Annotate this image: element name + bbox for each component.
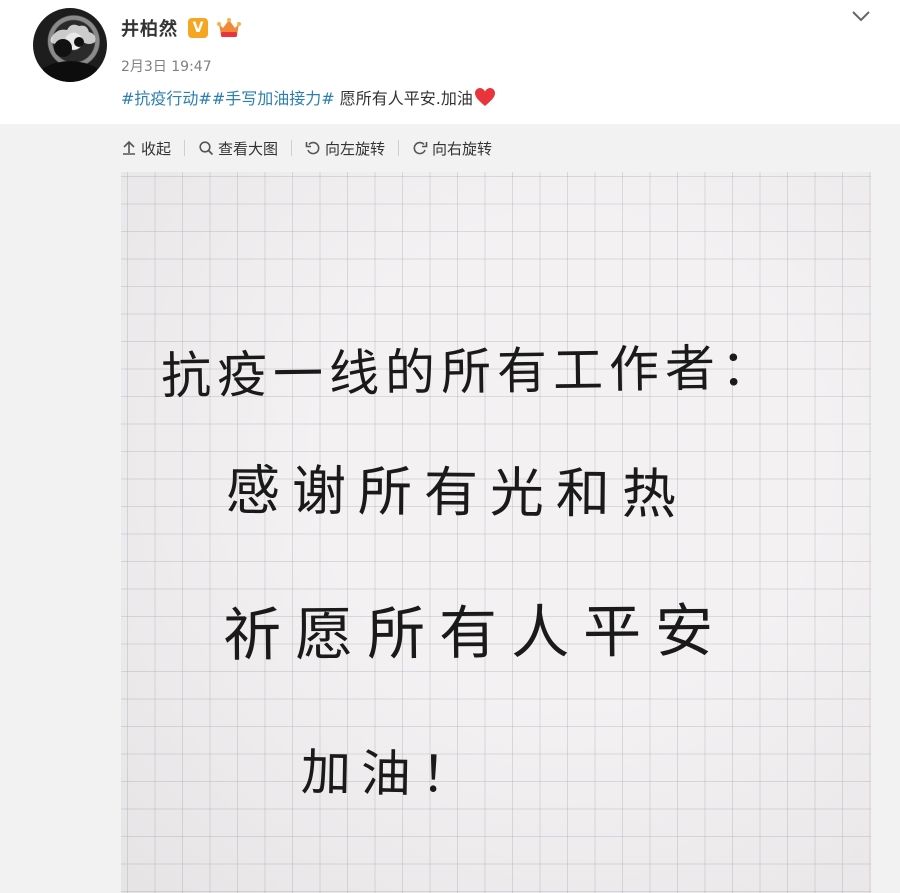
chevron-down-icon[interactable] [850, 6, 872, 26]
arrow-up-icon [121, 140, 137, 156]
handwriting-line-2: 感谢所有光和热 [225, 458, 689, 527]
handwriting-line-3: 祈愿所有人平安 [222, 596, 728, 670]
toolbar-divider [398, 140, 400, 156]
handwriting-line-4: 加油！ [300, 743, 482, 805]
topic-link-kangyi[interactable]: #抗疫行动# [121, 89, 212, 108]
photo-vignette [121, 172, 871, 893]
vip-badge-icon[interactable]: V [188, 18, 208, 38]
post-text: #抗疫行动##手写加油接力# 愿所有人平安.加油 [121, 87, 496, 111]
author-row: 井柏然 V [121, 14, 242, 42]
avatar[interactable] [33, 8, 107, 82]
heart-icon [474, 87, 496, 107]
rotate-right-icon [412, 140, 428, 156]
crown-badge-icon[interactable] [216, 17, 242, 39]
collapse-label: 收起 [141, 139, 172, 158]
handwriting-line-1: 抗疫一线的所有工作者： [160, 338, 778, 406]
rotate-right-label: 向右旋转 [432, 139, 493, 158]
magnifier-icon [198, 140, 214, 156]
collapse-button[interactable]: 收起 [121, 138, 171, 159]
rotate-left-button[interactable]: 向左旋转 [305, 138, 385, 159]
toolbar-divider [291, 140, 293, 156]
view-large-button[interactable]: 查看大图 [198, 138, 278, 159]
post-body-text: 愿所有人平安.加油 [334, 89, 473, 108]
rotate-right-button[interactable]: 向右旋转 [412, 138, 492, 159]
view-large-label: 查看大图 [218, 139, 279, 158]
topic-link-shouxie[interactable]: #手写加油接力# [212, 89, 335, 108]
post-timestamp[interactable]: 2月3日 19:47 [121, 56, 212, 76]
post-image[interactable]: 抗疫一线的所有工作者： 感谢所有光和热 祈愿所有人平安 加油！ [121, 172, 871, 893]
media-toolbar: 收起 查看大图 向左旋转 向右旋转 [121, 134, 492, 162]
toolbar-divider [184, 140, 186, 156]
rotate-left-icon [305, 140, 321, 156]
rotate-left-label: 向左旋转 [325, 139, 386, 158]
author-name[interactable]: 井柏然 [121, 15, 178, 41]
weibo-post: 井柏然 V 2月3日 19:47 #抗疫行动##手写加油接力# 愿所有人平安.加… [0, 0, 900, 893]
